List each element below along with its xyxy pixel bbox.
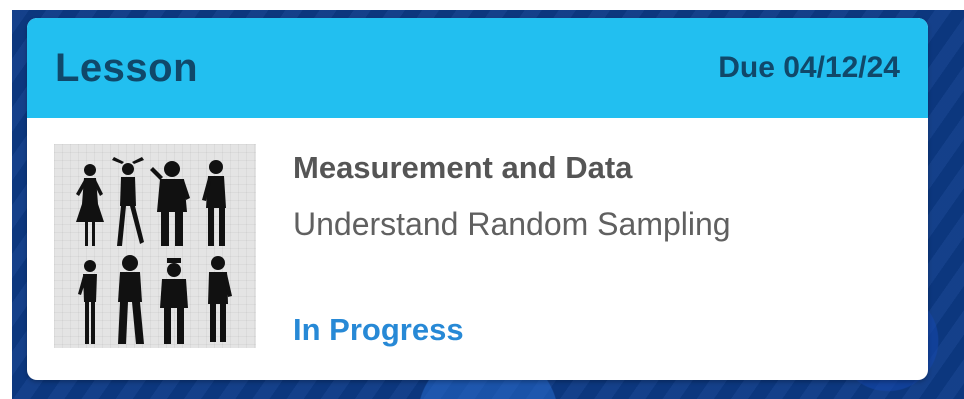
- silhouette-figure: [160, 258, 188, 344]
- lesson-card[interactable]: Lesson Due 04/12/24 Measurement and Data…: [27, 18, 928, 380]
- lesson-title[interactable]: Measurement and Data: [293, 150, 632, 186]
- silhouette-figure: [118, 255, 144, 344]
- silhouette-figure: [208, 256, 232, 342]
- people-silhouettes-icon: [76, 157, 232, 344]
- due-date-label: Due 04/12/24: [718, 51, 900, 84]
- card-type-label: Lesson: [55, 45, 199, 90]
- silhouette-figure: [76, 164, 104, 246]
- lesson-subtitle: Understand Random Sampling: [293, 206, 731, 242]
- silhouette-figure: [112, 157, 144, 246]
- people-silhouettes-image: [54, 144, 256, 348]
- card-body: Measurement and Data Understand Random S…: [27, 118, 928, 380]
- silhouette-figure: [78, 260, 97, 344]
- status-label: In Progress: [293, 312, 464, 347]
- silhouette-figure: [150, 161, 190, 246]
- silhouette-figure: [202, 160, 226, 246]
- card-header: Lesson Due 04/12/24: [27, 18, 928, 118]
